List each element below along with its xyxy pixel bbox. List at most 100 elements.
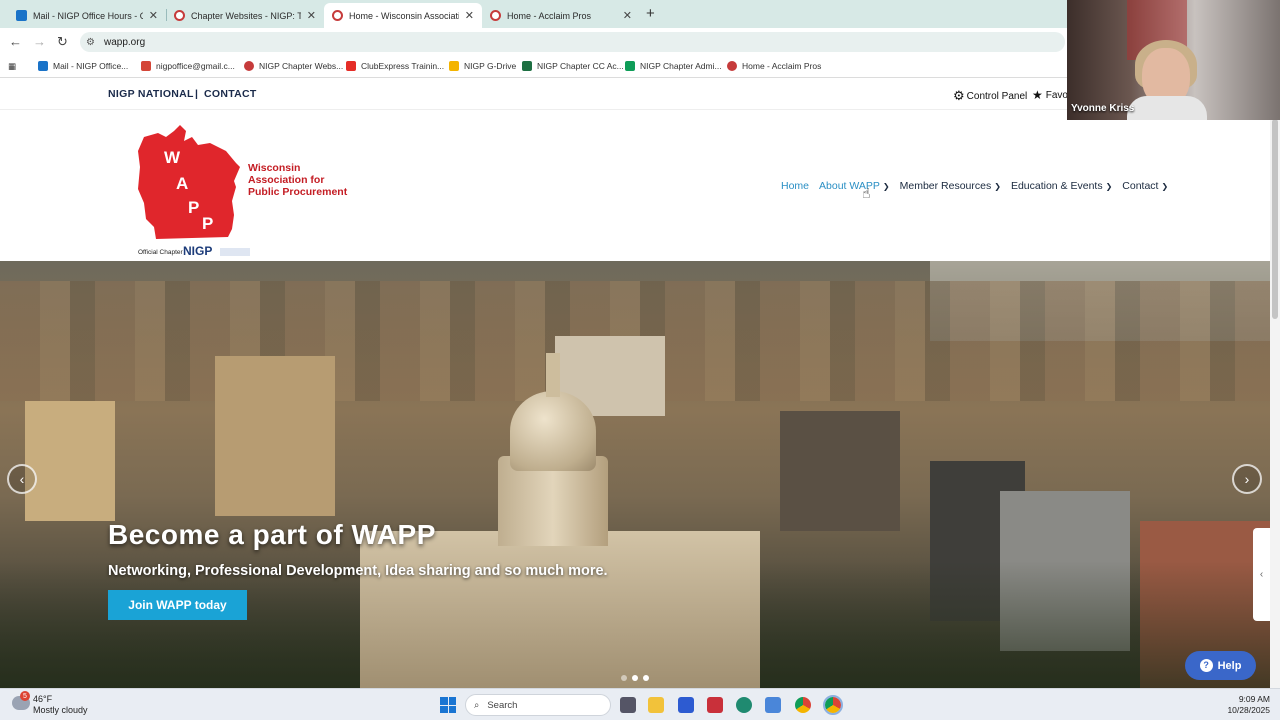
chrome-profile-icon[interactable] bbox=[823, 695, 843, 715]
bookmark-cc-account[interactable]: NIGP Chapter CC Ac... bbox=[522, 61, 624, 71]
webcam-name-label: Yvonne Kriss bbox=[1071, 103, 1135, 114]
windows-start-icon[interactable] bbox=[440, 697, 456, 713]
hero-capitol-lantern bbox=[546, 353, 560, 397]
hero-building bbox=[780, 411, 900, 531]
chevron-down-icon: ❯ bbox=[882, 181, 890, 191]
taskbar-search[interactable]: ⌕ Search bbox=[465, 694, 611, 716]
outlook-icon bbox=[38, 61, 48, 71]
nigp-icon bbox=[244, 61, 254, 71]
mouse-cursor-icon: ☝ bbox=[862, 185, 871, 201]
favorites-link[interactable]: ★ Favo bbox=[1032, 88, 1068, 102]
weather-desc[interactable]: Mostly cloudy bbox=[33, 705, 88, 715]
hero-capitol-dome bbox=[510, 391, 596, 471]
wapp-logo[interactable]: W A P P Wisconsin Association for Public… bbox=[136, 123, 356, 258]
site-info-icon[interactable]: ⚙ bbox=[86, 37, 95, 48]
bookmark-chapter-websites[interactable]: NIGP Chapter Webs... bbox=[244, 61, 343, 71]
url-text[interactable]: wapp.org bbox=[104, 37, 145, 48]
tab-mail[interactable]: Mail - NIGP Office Hours - Outl ✕ bbox=[8, 3, 166, 28]
logo-name-line: Association for bbox=[248, 174, 324, 186]
webcam-overlay: Yvonne Kriss bbox=[1067, 0, 1280, 120]
weather-temp[interactable]: 46°F bbox=[33, 694, 52, 704]
search-icon: ⌕ bbox=[474, 699, 480, 711]
chevron-down-icon: ❯ bbox=[1105, 181, 1113, 191]
youtube-icon bbox=[346, 61, 356, 71]
weather-badge: 5 bbox=[20, 691, 30, 701]
help-button[interactable]: ? Help bbox=[1185, 651, 1256, 680]
hero-building bbox=[25, 401, 115, 521]
drive-icon bbox=[449, 61, 459, 71]
reload-icon[interactable]: ↻ bbox=[57, 34, 68, 50]
nav-about-wapp[interactable]: About WAPP ❯ bbox=[819, 180, 890, 192]
snipping-tool-icon[interactable] bbox=[707, 697, 723, 713]
nav-contact[interactable]: Contact ❯ bbox=[1122, 180, 1168, 192]
tab-title: Home - Acclaim Pros bbox=[507, 10, 592, 21]
task-view-icon[interactable] bbox=[620, 697, 636, 713]
file-explorer-icon[interactable] bbox=[648, 697, 664, 713]
logo-letter: W bbox=[164, 148, 181, 167]
hero-slider: Become a part of WAPP Networking, Profes… bbox=[0, 261, 1270, 688]
gmail-icon bbox=[141, 61, 151, 71]
logo-chapter-text: Official Chapter bbox=[138, 249, 184, 256]
bookmark-clubexpress[interactable]: ClubExpress Trainin... bbox=[346, 61, 444, 71]
clock-date[interactable]: 10/28/2025 bbox=[1224, 705, 1270, 715]
side-panel-toggle[interactable]: ‹ bbox=[1253, 528, 1270, 621]
logo-letter: A bbox=[176, 174, 188, 193]
chevron-down-icon: ❯ bbox=[1161, 181, 1169, 191]
slider-dots bbox=[621, 675, 654, 681]
slider-prev-arrow-icon[interactable]: ‹ bbox=[7, 464, 37, 494]
hero-capitol-base bbox=[360, 531, 760, 688]
url-field[interactable] bbox=[80, 32, 1065, 52]
logo-letter: P bbox=[202, 214, 213, 233]
close-icon[interactable]: ✕ bbox=[149, 9, 158, 22]
gear-icon: ⚙ bbox=[953, 88, 965, 103]
back-icon[interactable]: ← bbox=[9, 34, 22, 49]
top-separator: | bbox=[195, 88, 199, 100]
close-icon[interactable]: ✕ bbox=[623, 9, 632, 22]
page-scrollbar[interactable] bbox=[1270, 79, 1280, 688]
contact-top-link[interactable]: CONTACT bbox=[204, 88, 257, 100]
tab-chapter-websites[interactable]: Chapter Websites - NIGP: The I ✕ bbox=[166, 3, 324, 28]
forward-icon[interactable]: → bbox=[33, 34, 46, 49]
slider-dot[interactable] bbox=[643, 675, 649, 681]
new-tab-button[interactable]: + bbox=[646, 5, 655, 22]
windows-taskbar: 5 46°F Mostly cloudy ⌕ Search 9:09 AM 10/… bbox=[0, 688, 1280, 720]
apps-grid-icon[interactable]: ▦ bbox=[8, 61, 16, 72]
bookmark-mail[interactable]: Mail - NIGP Office... bbox=[38, 61, 128, 71]
nigp-national-link[interactable]: NIGP NATIONAL bbox=[108, 88, 194, 100]
logo-name-line: Public Procurement bbox=[248, 186, 348, 198]
edge-icon[interactable] bbox=[736, 697, 752, 713]
close-icon[interactable]: ✕ bbox=[307, 9, 316, 22]
nigp-icon bbox=[490, 10, 501, 21]
notepad-icon[interactable] bbox=[765, 697, 781, 713]
bookmark-gmail[interactable]: nigpoffice@gmail.c... bbox=[141, 61, 235, 71]
nav-education-events[interactable]: Education & Events ❯ bbox=[1011, 180, 1112, 192]
star-icon: ★ bbox=[1032, 88, 1043, 102]
clock-time[interactable]: 9:09 AM bbox=[1236, 694, 1270, 704]
join-wapp-button[interactable]: Join WAPP today bbox=[108, 590, 247, 620]
zoom-icon[interactable] bbox=[678, 697, 694, 713]
tab-acclaim[interactable]: Home - Acclaim Pros ✕ bbox=[482, 3, 640, 28]
outlook-icon bbox=[16, 10, 27, 21]
question-icon: ? bbox=[1199, 659, 1213, 672]
hero-title: Become a part of WAPP bbox=[108, 519, 436, 550]
slider-dot[interactable] bbox=[621, 675, 627, 681]
slider-next-arrow-icon[interactable]: › bbox=[1232, 464, 1262, 494]
site-header: W A P P Wisconsin Association for Public… bbox=[0, 109, 1270, 261]
nav-member-resources[interactable]: Member Resources ❯ bbox=[900, 180, 1001, 192]
bookmark-chapter-admin[interactable]: NIGP Chapter Admi... bbox=[625, 61, 722, 71]
tab-title: Chapter Websites - NIGP: The I bbox=[191, 10, 301, 21]
chrome-icon[interactable] bbox=[795, 697, 811, 713]
main-nav: Home About WAPP ❯ Member Resources ❯ Educa… bbox=[781, 180, 1178, 192]
close-icon[interactable]: ✕ bbox=[465, 9, 474, 22]
nav-home[interactable]: Home bbox=[781, 180, 809, 192]
webcam-person-body bbox=[1127, 96, 1207, 120]
slider-dot-active[interactable] bbox=[632, 675, 638, 681]
bookmark-gdrive[interactable]: NIGP G-Drive bbox=[449, 61, 516, 71]
scrollbar-thumb[interactable] bbox=[1272, 119, 1278, 319]
hero-subtitle: Networking, Professional Development, Id… bbox=[108, 563, 608, 579]
control-panel-link[interactable]: ⚙ Control Panel bbox=[953, 88, 1027, 104]
tab-wapp-home[interactable]: Home - Wisconsin Association ✕ bbox=[324, 3, 482, 28]
bookmark-acclaim[interactable]: Home - Acclaim Pros bbox=[727, 61, 821, 71]
tab-title: Mail - NIGP Office Hours - Outl bbox=[33, 10, 143, 21]
wisconsin-map-shape bbox=[138, 125, 240, 239]
